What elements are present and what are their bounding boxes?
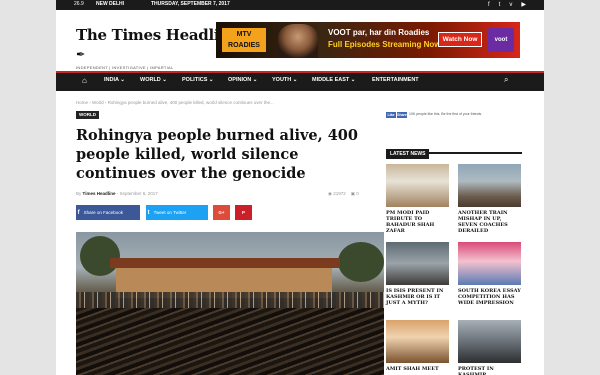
news-card[interactable]: PROTEST IN KASHMIR bbox=[458, 320, 521, 375]
ad-brand-logo: MTV ROADIES bbox=[222, 28, 266, 52]
article-date: September 6, 2017 bbox=[119, 191, 158, 196]
image-roof bbox=[110, 258, 340, 268]
search-icon[interactable]: ⌕ bbox=[504, 75, 508, 85]
category-badge[interactable]: WORLD bbox=[76, 111, 99, 119]
share-twitter-button[interactable]: t Tweet on Twitter bbox=[146, 205, 208, 220]
article-stats: ◉ 21972 ▣ 0 bbox=[328, 191, 359, 197]
nav-item-india[interactable]: INDIA ⌄ bbox=[104, 77, 125, 83]
nav-item-world[interactable]: WORLD ⌄ bbox=[140, 77, 167, 83]
news-card[interactable]: SOUTH KOREA ESSAY COMPETITION HAS WIDE I… bbox=[458, 242, 521, 306]
article-title: Rohingya people burned alive, 400 people… bbox=[76, 127, 358, 182]
page: 26.9 NEW DELHI THURSDAY, SEPTEMBER 7, 20… bbox=[56, 0, 544, 375]
share-pinterest-button[interactable]: P bbox=[235, 205, 252, 220]
facebook-icon[interactable]: f bbox=[488, 1, 490, 9]
comment-count[interactable]: 0 bbox=[356, 191, 359, 196]
quill-icon: ✒ bbox=[76, 49, 86, 61]
vimeo-icon[interactable]: v bbox=[509, 1, 512, 9]
byline-prefix: By bbox=[76, 191, 82, 196]
latest-news-label: LATEST NEWS bbox=[386, 149, 430, 159]
twitter-icon: t bbox=[146, 210, 150, 216]
ad-banner[interactable]: MTV ROADIES VOOT par, har din Roadies Fu… bbox=[216, 22, 520, 58]
nav-item-middle-east[interactable]: MIDDLE EAST ⌄ bbox=[312, 77, 355, 83]
facebook-like-widget: Like Share 10K people like this. Be the fi… bbox=[386, 112, 536, 130]
youtube-icon[interactable]: ▶ bbox=[521, 1, 526, 9]
news-caption[interactable]: IS ISIS PRESENT IN KASHMIR OR IS IT JUST… bbox=[386, 288, 449, 306]
share-googleplus-button[interactable]: G+ bbox=[213, 205, 230, 220]
top-bar: 26.9 NEW DELHI THURSDAY, SEPTEMBER 7, 20… bbox=[56, 0, 544, 10]
article-author[interactable]: Times Headline bbox=[83, 191, 116, 196]
ad-subheadline: Full Episodes Streaming Now bbox=[328, 40, 441, 49]
site-tagline: INDEPENDENT | INVESTIGATIVE | IMPARTIAL bbox=[76, 65, 174, 70]
view-count: 21972 bbox=[333, 191, 346, 196]
news-thumbnail[interactable] bbox=[386, 242, 449, 285]
weather-temp: 26.9 bbox=[74, 1, 84, 7]
latest-news-header: LATEST NEWS bbox=[386, 142, 522, 159]
image-ground bbox=[76, 308, 384, 375]
city-label: NEW DELHI bbox=[96, 1, 125, 7]
breadcrumb[interactable]: Home › World › Rohingya people burned al… bbox=[76, 100, 274, 105]
news-caption[interactable]: PM MODI PAID TRIBUTE TO BAHADUR SHAH ZAF… bbox=[386, 210, 449, 234]
nav-item-youth[interactable]: YOUTH ⌄ bbox=[272, 77, 297, 83]
news-thumbnail[interactable] bbox=[458, 164, 521, 207]
nav-item-opinion[interactable]: OPINION ⌄ bbox=[228, 77, 257, 83]
image-tree bbox=[338, 242, 384, 282]
nav-accent-bar bbox=[56, 71, 544, 73]
news-card[interactable]: PM MODI PAID TRIBUTE TO BAHADUR SHAH ZAF… bbox=[386, 164, 449, 234]
share-facebook-button[interactable]: f Share on Facebook bbox=[76, 205, 140, 220]
social-links: f t v ▶ bbox=[488, 1, 526, 9]
news-caption[interactable]: AMIT SHAH MEET bbox=[386, 366, 449, 372]
news-card[interactable]: AMIT SHAH MEET bbox=[386, 320, 449, 372]
eye-icon: ◉ bbox=[328, 191, 332, 196]
facebook-icon: f bbox=[76, 210, 80, 216]
news-thumbnail[interactable] bbox=[458, 320, 521, 363]
ad-voot-logo: voot bbox=[488, 28, 514, 52]
home-icon[interactable]: ⌂ bbox=[82, 76, 87, 85]
image-crowd bbox=[76, 292, 384, 308]
nav-item-politics[interactable]: POLITICS ⌄ bbox=[182, 77, 214, 83]
site-name: The Times Headline bbox=[76, 26, 240, 44]
news-caption[interactable]: ANOTHER TRAIN MISHAP IN UP, SEVEN COACHE… bbox=[458, 210, 521, 234]
news-caption[interactable]: PROTEST IN KASHMIR bbox=[458, 366, 521, 375]
news-card[interactable]: IS ISIS PRESENT IN KASHMIR OR IS IT JUST… bbox=[386, 242, 449, 306]
nav-item-entertainment[interactable]: ENTERTAINMENT bbox=[372, 77, 419, 83]
fb-share-button[interactable]: Share bbox=[397, 112, 407, 118]
news-thumbnail[interactable] bbox=[386, 320, 449, 363]
twitter-icon[interactable]: t bbox=[499, 1, 501, 9]
ad-person-image bbox=[278, 24, 318, 58]
news-caption[interactable]: SOUTH KOREA ESSAY COMPETITION HAS WIDE I… bbox=[458, 288, 521, 306]
news-card[interactable]: ANOTHER TRAIN MISHAP IN UP, SEVEN COACHE… bbox=[458, 164, 521, 234]
image-tree bbox=[80, 236, 120, 276]
fb-like-button[interactable]: Like bbox=[386, 112, 396, 118]
date-label: THURSDAY, SEPTEMBER 7, 2017 bbox=[151, 1, 230, 7]
main-nav: ⌂ INDIA ⌄ WORLD ⌄ POLITICS ⌄ OPINION ⌄ Y… bbox=[56, 71, 544, 91]
news-thumbnail[interactable] bbox=[458, 242, 521, 285]
fb-like-text: 10K people like this. Be the first of yo… bbox=[409, 112, 483, 116]
comment-icon[interactable]: ▣ bbox=[351, 191, 355, 196]
news-thumbnail[interactable] bbox=[386, 164, 449, 207]
ad-headline: VOOT par, har din Roadies bbox=[328, 28, 430, 37]
article-meta: By Times Headline - September 6, 2017 bbox=[76, 191, 158, 196]
ad-watch-now-button[interactable]: Watch Now bbox=[438, 32, 482, 47]
site-logo[interactable]: The Times Headline ✒ INDEPENDENT | INVES… bbox=[76, 26, 239, 70]
featured-image bbox=[76, 232, 384, 375]
